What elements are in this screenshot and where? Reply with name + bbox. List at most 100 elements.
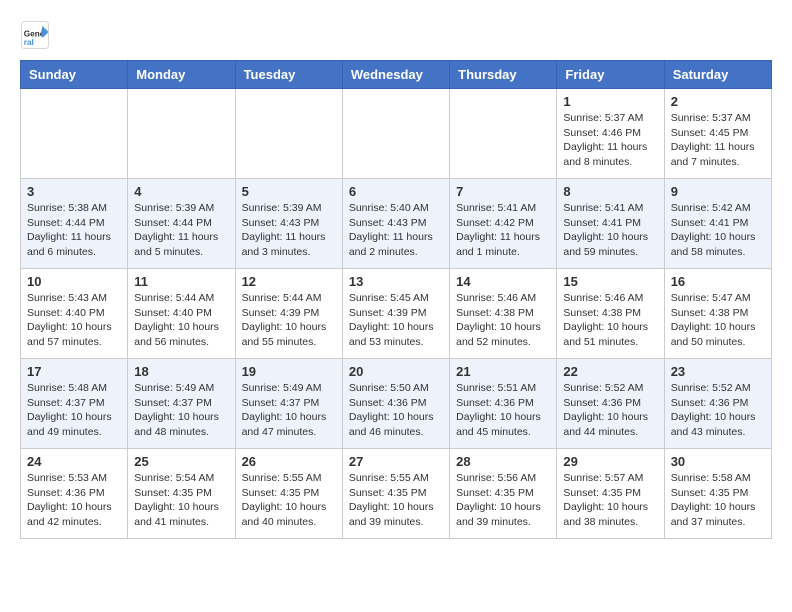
calendar-cell [128,89,235,179]
day-number: 29 [563,454,657,469]
calendar-cell: 15 Sunrise: 5:46 AM Sunset: 4:38 PM Dayli… [557,269,664,359]
day-info: Sunrise: 5:57 AM Sunset: 4:35 PM Dayligh… [563,471,657,530]
calendar-cell: 5Sunrise: 5:39 AM Sunset: 4:43 PM Daylig… [235,179,342,269]
calendar-cell: 16 Sunrise: 5:47 AM Sunset: 4:38 PM Dayli… [664,269,771,359]
page-header: Gene ral [20,20,772,50]
svg-text:ral: ral [24,38,34,47]
day-info: Sunrise: 5:44 AM Sunset: 4:39 PM Dayligh… [242,291,336,350]
calendar-cell: 19 Sunrise: 5:49 AM Sunset: 4:37 PM Dayli… [235,359,342,449]
day-number: 4 [134,184,228,199]
calendar-cell [235,89,342,179]
day-info: Sunrise: 5:49 AM Sunset: 4:37 PM Dayligh… [134,381,228,440]
day-header-thursday: Thursday [450,61,557,89]
day-number: 18 [134,364,228,379]
day-number: 24 [27,454,121,469]
logo: Gene ral [20,20,54,50]
day-info: Sunrise: 5:48 AM Sunset: 4:37 PM Dayligh… [27,381,121,440]
day-number: 2 [671,94,765,109]
day-info: Sunrise: 5:49 AM Sunset: 4:37 PM Dayligh… [242,381,336,440]
days-header-row: SundayMondayTuesdayWednesdayThursdayFrid… [21,61,772,89]
day-number: 11 [134,274,228,289]
calendar-cell: 26Sunrise: 5:55 AM Sunset: 4:35 PM Dayli… [235,449,342,539]
day-number: 6 [349,184,443,199]
day-info: Sunrise: 5:51 AM Sunset: 4:36 PM Dayligh… [456,381,550,440]
day-number: 8 [563,184,657,199]
day-info: Sunrise: 5:39 AM Sunset: 4:43 PM Dayligh… [242,201,336,260]
calendar-cell: 27 Sunrise: 5:55 AM Sunset: 4:35 PM Dayli… [342,449,449,539]
calendar-cell: 11 Sunrise: 5:44 AM Sunset: 4:40 PM Dayli… [128,269,235,359]
day-number: 27 [349,454,443,469]
day-info: Sunrise: 5:56 AM Sunset: 4:35 PM Dayligh… [456,471,550,530]
day-number: 19 [242,364,336,379]
day-header-monday: Monday [128,61,235,89]
day-info: Sunrise: 5:55 AM Sunset: 4:35 PM Dayligh… [349,471,443,530]
calendar-cell: 21 Sunrise: 5:51 AM Sunset: 4:36 PM Dayli… [450,359,557,449]
day-info: Sunrise: 5:38 AM Sunset: 4:44 PM Dayligh… [27,201,121,260]
calendar-cell: 3 Sunrise: 5:38 AM Sunset: 4:44 PM Daylig… [21,179,128,269]
calendar-cell: 20 Sunrise: 5:50 AM Sunset: 4:36 PM Dayli… [342,359,449,449]
calendar-cell: 6 Sunrise: 5:40 AM Sunset: 4:43 PM Daylig… [342,179,449,269]
day-info: Sunrise: 5:52 AM Sunset: 4:36 PM Dayligh… [671,381,765,440]
day-header-wednesday: Wednesday [342,61,449,89]
day-number: 28 [456,454,550,469]
day-number: 3 [27,184,121,199]
day-info: Sunrise: 5:43 AM Sunset: 4:40 PM Dayligh… [27,291,121,350]
logo-icon: Gene ral [20,20,50,50]
calendar-cell [342,89,449,179]
calendar-cell: 30Sunrise: 5:58 AM Sunset: 4:35 PM Dayli… [664,449,771,539]
day-info: Sunrise: 5:42 AM Sunset: 4:41 PM Dayligh… [671,201,765,260]
week-row-1: 1 Sunrise: 5:37 AM Sunset: 4:46 PM Daylig… [21,89,772,179]
calendar-cell: 7Sunrise: 5:41 AM Sunset: 4:42 PM Daylig… [450,179,557,269]
week-row-2: 3 Sunrise: 5:38 AM Sunset: 4:44 PM Daylig… [21,179,772,269]
day-info: Sunrise: 5:54 AM Sunset: 4:35 PM Dayligh… [134,471,228,530]
calendar-cell: 24 Sunrise: 5:53 AM Sunset: 4:36 PM Dayli… [21,449,128,539]
day-number: 1 [563,94,657,109]
day-info: Sunrise: 5:40 AM Sunset: 4:43 PM Dayligh… [349,201,443,260]
day-number: 14 [456,274,550,289]
calendar-cell: 10 Sunrise: 5:43 AM Sunset: 4:40 PM Dayli… [21,269,128,359]
day-number: 9 [671,184,765,199]
calendar-cell: 14 Sunrise: 5:46 AM Sunset: 4:38 PM Dayli… [450,269,557,359]
calendar-cell: 25Sunrise: 5:54 AM Sunset: 4:35 PM Dayli… [128,449,235,539]
calendar-cell: 29 Sunrise: 5:57 AM Sunset: 4:35 PM Dayli… [557,449,664,539]
calendar-cell: 4 Sunrise: 5:39 AM Sunset: 4:44 PM Daylig… [128,179,235,269]
day-number: 21 [456,364,550,379]
day-info: Sunrise: 5:44 AM Sunset: 4:40 PM Dayligh… [134,291,228,350]
week-row-4: 17 Sunrise: 5:48 AM Sunset: 4:37 PM Dayli… [21,359,772,449]
day-info: Sunrise: 5:53 AM Sunset: 4:36 PM Dayligh… [27,471,121,530]
day-header-sunday: Sunday [21,61,128,89]
day-number: 20 [349,364,443,379]
day-info: Sunrise: 5:46 AM Sunset: 4:38 PM Dayligh… [456,291,550,350]
calendar-cell: 17 Sunrise: 5:48 AM Sunset: 4:37 PM Dayli… [21,359,128,449]
day-info: Sunrise: 5:45 AM Sunset: 4:39 PM Dayligh… [349,291,443,350]
day-number: 30 [671,454,765,469]
week-row-5: 24 Sunrise: 5:53 AM Sunset: 4:36 PM Dayli… [21,449,772,539]
day-info: Sunrise: 5:47 AM Sunset: 4:38 PM Dayligh… [671,291,765,350]
day-info: Sunrise: 5:37 AM Sunset: 4:46 PM Dayligh… [563,111,657,170]
day-number: 17 [27,364,121,379]
day-number: 7 [456,184,550,199]
calendar-cell: 8 Sunrise: 5:41 AM Sunset: 4:41 PM Daylig… [557,179,664,269]
day-info: Sunrise: 5:50 AM Sunset: 4:36 PM Dayligh… [349,381,443,440]
day-number: 10 [27,274,121,289]
day-info: Sunrise: 5:39 AM Sunset: 4:44 PM Dayligh… [134,201,228,260]
day-header-tuesday: Tuesday [235,61,342,89]
day-info: Sunrise: 5:52 AM Sunset: 4:36 PM Dayligh… [563,381,657,440]
day-info: Sunrise: 5:41 AM Sunset: 4:41 PM Dayligh… [563,201,657,260]
calendar-cell: 18 Sunrise: 5:49 AM Sunset: 4:37 PM Dayli… [128,359,235,449]
week-row-3: 10 Sunrise: 5:43 AM Sunset: 4:40 PM Dayli… [21,269,772,359]
day-info: Sunrise: 5:46 AM Sunset: 4:38 PM Dayligh… [563,291,657,350]
calendar-cell: 22 Sunrise: 5:52 AM Sunset: 4:36 PM Dayli… [557,359,664,449]
day-info: Sunrise: 5:37 AM Sunset: 4:45 PM Dayligh… [671,111,765,170]
calendar-cell: 1 Sunrise: 5:37 AM Sunset: 4:46 PM Daylig… [557,89,664,179]
calendar-cell: 12Sunrise: 5:44 AM Sunset: 4:39 PM Dayli… [235,269,342,359]
day-number: 26 [242,454,336,469]
day-number: 22 [563,364,657,379]
day-number: 23 [671,364,765,379]
calendar-cell: 28 Sunrise: 5:56 AM Sunset: 4:35 PM Dayli… [450,449,557,539]
calendar-cell: 23 Sunrise: 5:52 AM Sunset: 4:36 PM Dayli… [664,359,771,449]
day-number: 16 [671,274,765,289]
day-header-friday: Friday [557,61,664,89]
day-number: 15 [563,274,657,289]
day-number: 13 [349,274,443,289]
